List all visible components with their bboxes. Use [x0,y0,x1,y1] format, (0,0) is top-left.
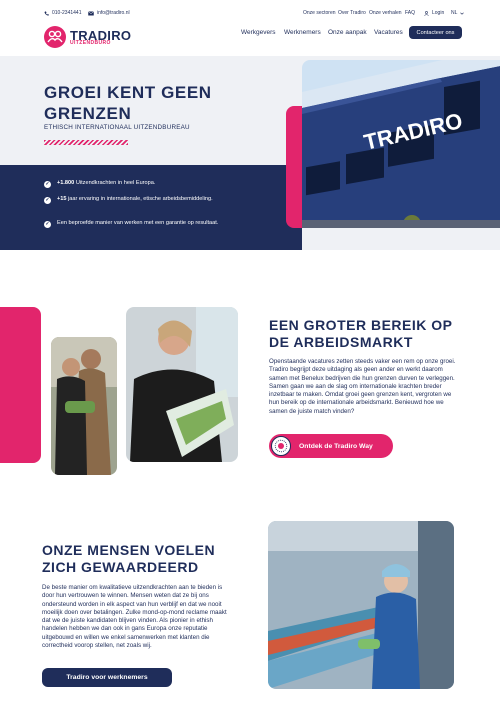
usp-item: ✓ +15 jaar ervaring in internationale, e… [44,196,284,204]
usp-item: ✓ Een beproefde manier van werken met ee… [44,220,284,228]
login-label: Login [432,10,445,16]
language-label: NL [451,10,458,16]
hero-building-photo: TRADIRO [302,60,500,228]
email-link[interactable]: info@tradiro.nl [88,10,130,16]
usp-text: Uitzendkrachten in heel Europa. [74,180,156,186]
worker-smiling-photo [126,307,238,462]
logo-mark[interactable] [44,26,66,48]
chevron-down-icon [460,12,465,15]
user-icon [424,10,429,16]
check-icon: ✓ [44,220,51,228]
hero-stripe-decoration [44,140,128,145]
usp-item: ✓ +1.800 Uitzendkrachten in heel Europa. [44,180,284,188]
topbar-link-about[interactable]: Over Tradiro [338,10,366,16]
contact-button[interactable]: Contacteer ons [409,26,462,39]
tradiro-way-button[interactable]: Ontdek de Tradiro Way [269,434,393,458]
mail-icon [88,10,94,15]
people-logo-icon [47,30,63,43]
factory-worker-photo [268,521,454,689]
check-icon: ✓ [44,180,51,188]
usp-text: jaar ervaring in internationale, etische… [66,196,213,202]
hero-subtitle: ETHISCH INTERNATIONAAL UITZENDBUREAU [44,124,190,131]
login-link[interactable]: Login [424,10,444,16]
reach-body: Openstaande vacatures zetten steeds vake… [269,358,456,415]
nav-vacatures[interactable]: Vacatures [374,29,403,36]
nav-werknemers[interactable]: Werknemers [284,29,321,36]
usp-strong: +15 [57,196,67,202]
email-address: info@tradiro.nl [97,10,130,16]
phone-icon [44,11,49,16]
topbar-link-stories[interactable]: Onze verhalen [369,10,402,16]
section-pink-accent [0,307,41,463]
people-body: De beste manier om kwalitatieve uitzendk… [42,584,227,650]
logo-subtitle: UITZENDBURO [70,40,111,46]
reach-title: EEN GROTER BEREIK OP DE ARBEIDSMARKT [269,317,453,350]
phone-number: 010-2341441 [52,10,82,16]
tradiro-way-label: Ontdek de Tradiro Way [299,442,373,450]
usp-strong: +1.800 [57,180,75,186]
people-title: ONZE MENSEN VOELEN ZICH GEWAARDEERD [42,542,216,575]
tradiro-way-badge-icon [271,436,291,456]
employees-button[interactable]: Tradiro voor werknemers [42,668,172,687]
top-bar: 010-2341441 info@tradiro.nl Onze sectore… [0,0,500,24]
usp-text: Een beproefde manier van werken met een … [57,220,219,226]
topbar-link-sectors[interactable]: Onze sectoren [303,10,336,16]
phone-link[interactable]: 010-2341441 [44,10,81,16]
hero-title: GROEI KENT GEEN GRENZEN [44,83,212,123]
nav-werkgevers[interactable]: Werkgevers [241,29,276,36]
check-icon: ✓ [44,196,51,204]
topbar-link-faq[interactable]: FAQ [405,10,415,16]
nav-onze-aanpak[interactable]: Onze aanpak [328,29,367,36]
language-selector[interactable]: NL [451,10,465,16]
workers-photo [51,337,117,475]
hero-usp-band [0,165,302,250]
